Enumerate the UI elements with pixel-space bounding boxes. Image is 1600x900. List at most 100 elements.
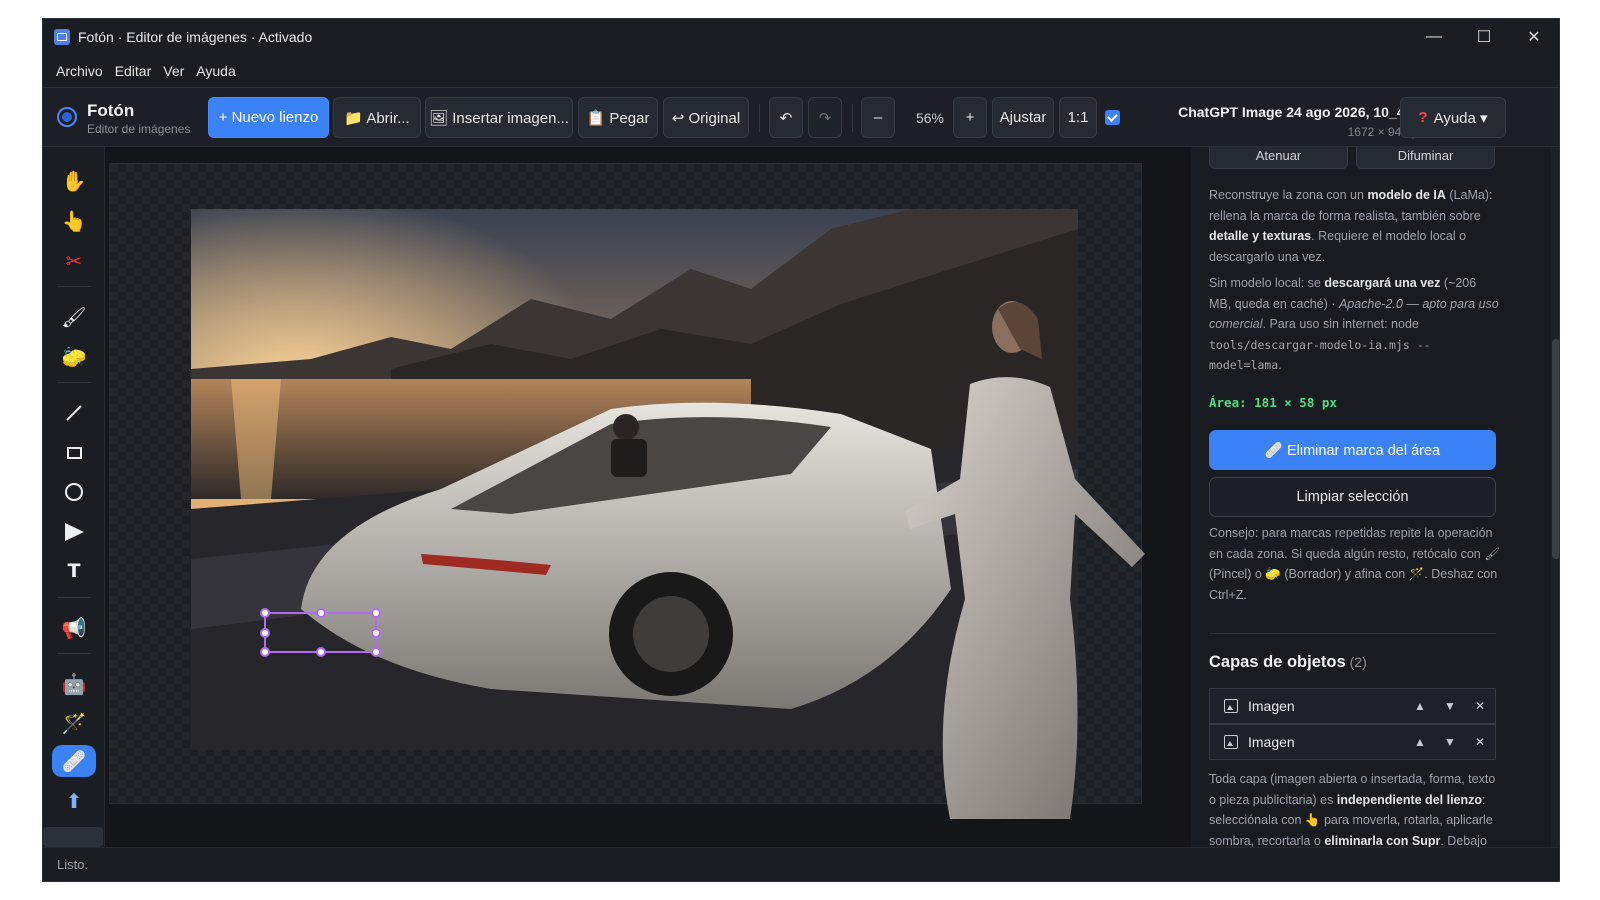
move-down-icon[interactable]: ▼ xyxy=(1435,699,1465,713)
menu-bar: Archivo Editar Ver Ayuda xyxy=(43,55,1559,87)
close-button[interactable]: ✕ xyxy=(1509,19,1559,55)
zoom-in-button[interactable]: + xyxy=(953,97,987,138)
help-button[interactable]: ? Ayuda ▾ xyxy=(1400,97,1506,138)
tools-divider xyxy=(57,653,91,654)
open-button[interactable]: 📁 Abrir... xyxy=(333,97,421,138)
menu-editar[interactable]: Editar xyxy=(109,63,158,79)
scissors-icon[interactable]: ✂ xyxy=(52,245,96,277)
blur-button[interactable]: Difuminar xyxy=(1356,147,1495,169)
selection-rectangle[interactable] xyxy=(260,608,381,657)
tools-divider xyxy=(57,382,91,383)
delete-icon[interactable]: ✕ xyxy=(1465,735,1495,749)
selection-handle[interactable] xyxy=(316,647,326,657)
properties-panel: Atenuar Difuminar Reconstruye la zona co… xyxy=(1191,147,1559,847)
ai-description: Reconstruye la zona con un modelo de IA … xyxy=(1209,188,1493,264)
woman-layer-image[interactable] xyxy=(870,299,1150,819)
fit-button[interactable]: Ajustar xyxy=(992,97,1054,138)
megaphone-icon[interactable]: 📢 xyxy=(52,612,96,644)
pointer-hand-icon: 👆 xyxy=(1304,813,1321,827)
selection-handle[interactable] xyxy=(260,647,270,657)
magic-wand-icon[interactable]: 🪄 xyxy=(52,707,96,739)
selection-handle[interactable] xyxy=(371,608,381,618)
attenuate-button[interactable]: Atenuar xyxy=(1209,147,1348,169)
minimize-button[interactable]: — xyxy=(1409,19,1459,55)
move-up-icon[interactable]: ▲ xyxy=(1405,735,1435,749)
new-canvas-button[interactable]: + Nuevo lienzo xyxy=(208,97,329,138)
tools-scrollbar[interactable] xyxy=(43,827,103,847)
panel-scrollbar[interactable] xyxy=(1551,147,1559,847)
canvas-area[interactable] xyxy=(105,147,1191,847)
app-icon xyxy=(54,29,70,45)
help-icon: ? xyxy=(1418,109,1428,126)
checkbox-icon[interactable] xyxy=(1105,110,1120,125)
erase-mark-button[interactable]: 🩹 Eliminar marca del área xyxy=(1209,430,1496,470)
selection-handle[interactable] xyxy=(260,628,270,638)
paste-button[interactable]: 📋 Pegar xyxy=(578,97,658,138)
hand-icon[interactable]: ✋ xyxy=(52,165,96,197)
redo-button[interactable]: ↷ xyxy=(808,97,842,138)
tools-divider xyxy=(57,286,91,287)
layer-row[interactable]: Imagen ▲ ▼ ✕ xyxy=(1209,724,1496,760)
eraser-icon: 🧽 xyxy=(1265,567,1281,581)
model-download-info: Sin modelo local: se descargará una vez … xyxy=(1209,276,1499,373)
layer-row[interactable]: Imagen ▲ ▼ ✕ xyxy=(1209,688,1496,724)
brush-icon[interactable]: 🖌 xyxy=(52,301,96,333)
line-icon[interactable] xyxy=(52,397,96,429)
layer-name: Imagen xyxy=(1248,734,1295,750)
app-window: Fotón · Editor de imágenes · Activado — … xyxy=(42,18,1560,882)
pointer-hand-icon[interactable]: 👆 xyxy=(52,205,96,237)
selection-handle[interactable] xyxy=(260,608,270,618)
brand-name: Fotón xyxy=(87,101,135,120)
area-readout: Área: 181 × 58 px xyxy=(1209,395,1337,410)
maximize-button[interactable]: ☐ xyxy=(1459,19,1509,55)
panel-scrollbar-thumb[interactable] xyxy=(1552,339,1559,559)
brand-logo-icon xyxy=(57,107,77,127)
selection-handle[interactable] xyxy=(371,628,381,638)
zoom-level: 56% xyxy=(915,109,945,126)
status-text: Listo. xyxy=(57,857,89,872)
download-command: tools/descargar-modelo-ia.mjs --model=la… xyxy=(1209,337,1431,373)
tools-sidebar: ✋ 👆 ✂ 🖌 🧽 T 📢 🤖 🪄 🩹 ⬆ xyxy=(43,147,105,847)
upscale-icon[interactable]: ⬆ xyxy=(52,785,96,817)
menu-archivo[interactable]: Archivo xyxy=(50,63,109,79)
move-down-icon[interactable]: ▼ xyxy=(1435,735,1465,749)
image-icon xyxy=(1224,699,1238,713)
brand-subtitle: Editor de imágenes xyxy=(87,122,191,136)
layers-count: (2) xyxy=(1349,654,1367,670)
one-to-one-button[interactable]: 1:1 xyxy=(1059,97,1097,138)
title-bar: Fotón · Editor de imágenes · Activado — … xyxy=(43,19,1559,55)
status-bar: Listo. xyxy=(43,847,1559,881)
window-title: Fotón · Editor de imágenes · Activado xyxy=(78,29,313,45)
selection-handle[interactable] xyxy=(316,608,326,618)
layers-title: Capas de objetos (2) xyxy=(1209,653,1367,671)
menu-ayuda[interactable]: Ayuda xyxy=(190,63,241,79)
insert-image-button[interactable]: 🖼 Insertar imagen... xyxy=(425,97,573,138)
tip-text: Consejo: para marcas repetidas repite la… xyxy=(1209,526,1501,602)
menu-ver[interactable]: Ver xyxy=(157,63,190,79)
zoom-out-button[interactable]: – xyxy=(861,97,895,138)
original-button[interactable]: ↩ Original xyxy=(663,97,749,138)
robot-icon[interactable]: 🤖 xyxy=(52,668,96,700)
clear-selection-button[interactable]: Limpiar selección xyxy=(1209,477,1496,517)
document-name: ChatGPT Image 24 ago 2026, 10_41... xyxy=(1178,104,1424,120)
toolbar-divider xyxy=(759,104,760,132)
brush-icon: 🖌 xyxy=(1484,546,1501,561)
tools-divider xyxy=(57,597,91,598)
undo-button[interactable]: ↶ xyxy=(769,97,803,138)
circle-icon[interactable] xyxy=(52,476,96,508)
text-icon[interactable]: T xyxy=(52,555,96,587)
layers-note: Toda capa (imagen abierta o insertada, f… xyxy=(1209,772,1496,847)
panel-divider xyxy=(1209,633,1496,634)
text-tool-glyph: T xyxy=(67,560,81,582)
toolbar-divider xyxy=(852,104,853,132)
main-toolbar: Fotón Editor de imágenes + Nuevo lienzo … xyxy=(43,87,1559,147)
move-up-icon[interactable]: ▲ xyxy=(1405,699,1435,713)
rectangle-icon[interactable] xyxy=(52,437,96,469)
selection-handle[interactable] xyxy=(371,647,381,657)
delete-icon[interactable]: ✕ xyxy=(1465,699,1495,713)
bandage-icon[interactable]: 🩹 xyxy=(52,745,96,777)
eraser-icon[interactable]: 🧽 xyxy=(52,341,96,373)
arrow-icon[interactable] xyxy=(52,516,96,548)
magic-wand-icon: 🪄 xyxy=(1408,567,1425,581)
help-label: Ayuda ▾ xyxy=(1433,109,1488,127)
